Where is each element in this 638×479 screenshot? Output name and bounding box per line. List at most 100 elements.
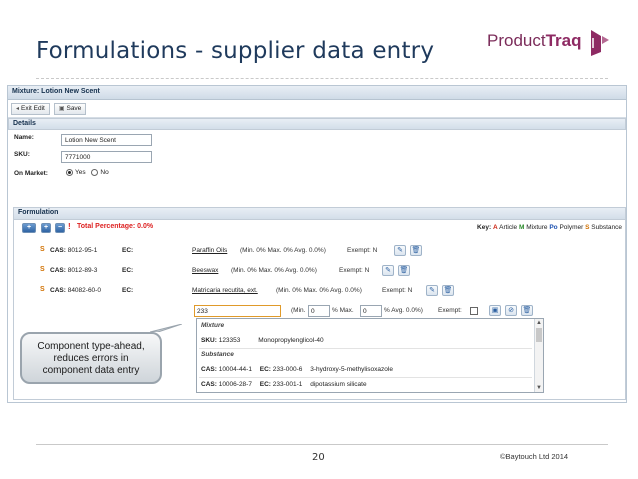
minus-icon: − (57, 224, 63, 231)
formulation-toolbar: + + − ! Total Percentage: 0.0% Key: A Ar… (14, 220, 625, 236)
on-market-label: On Market: (14, 170, 48, 177)
total-percentage: Total Percentage: 0.0% (77, 223, 154, 230)
plus-icon: + (43, 224, 49, 231)
min-label: (Min. (291, 307, 306, 314)
callout-line: Component type-ahead, (37, 341, 145, 352)
exit-edit-button[interactable]: ◂ Exit Edit (11, 103, 50, 115)
cas-value: 10006-28-7 (218, 381, 252, 388)
component-stats: (Min. 0% Max. 0% Avg. 0.0%) (276, 287, 362, 294)
substance-type-badge: S (40, 286, 45, 293)
delete-button[interactable]: 🗑 (442, 285, 454, 296)
cas-label: CAS: (50, 247, 66, 254)
expand-all-button[interactable]: + (41, 223, 51, 233)
collapse-all-button[interactable]: − (55, 223, 65, 233)
on-market-options: Yes No (66, 169, 109, 176)
max-percent-field[interactable]: 0 (360, 305, 382, 317)
key-article-code: A (492, 224, 498, 231)
type-key: Key: A Article M Mixture Po Polymer S Su… (477, 224, 622, 231)
scroll-up-icon[interactable]: ▲ (536, 320, 542, 326)
edit-button[interactable]: ✎ (382, 265, 394, 276)
ec-value: 233-000-6 (272, 366, 303, 373)
sku-field[interactable]: 7771000 (61, 151, 152, 163)
details-panel: Name: Lotion New Scent SKU: 7771000 On M… (8, 130, 626, 200)
add-component-button[interactable]: + (22, 223, 36, 233)
delete-button[interactable]: 🗑 (398, 265, 410, 276)
sku-value: 123353 (218, 337, 241, 344)
component-stats: (Min. 0% Max. 0% Avg. 0.0%) (240, 247, 326, 254)
key-article-label: Article (499, 224, 518, 231)
save-row-button[interactable]: ▣ (489, 305, 501, 316)
exempt-label: Exempt: (438, 307, 462, 314)
pencil-icon: ✎ (429, 287, 435, 294)
save-button[interactable]: ▣ Save (53, 103, 87, 115)
exempt-value: Exempt: N (339, 267, 370, 274)
cas-label: CAS: (201, 381, 217, 388)
key-mixture-code: M (518, 224, 525, 231)
name-field[interactable]: Lotion New Scent (61, 134, 152, 146)
page-number: 20 (312, 452, 325, 463)
warning-icon: ! (68, 222, 71, 231)
substance-type-badge: S (40, 266, 45, 273)
avg-label: % Avg. 0.0%) (384, 307, 423, 314)
ec-value: 233-001-1 (272, 381, 303, 388)
component-name-link[interactable]: Matricaria recutita, ext. (192, 287, 258, 294)
scroll-down-icon[interactable]: ▼ (536, 385, 542, 391)
scroll-thumb[interactable] (536, 328, 542, 342)
cas-number: CAS: 8012-89-3 (50, 267, 97, 274)
cas-value: 8012-95-1 (67, 247, 98, 254)
min-percent-field[interactable]: 0 (308, 305, 330, 317)
exempt-checkbox[interactable] (470, 307, 478, 315)
component-name-link[interactable]: Paraffin Oils (192, 247, 227, 254)
footer-divider (36, 444, 608, 445)
delete-row-button[interactable]: 🗑 (521, 305, 533, 316)
mixture-title-bar: Mixture: Lotion New Scent (8, 86, 626, 100)
slide-title: Formulations - supplier data entry (36, 38, 435, 64)
edit-button[interactable]: ✎ (394, 245, 406, 256)
cas-value: 84082-60-0 (67, 287, 101, 294)
cas-label: CAS: (50, 267, 66, 274)
floppy-disk-icon: ▣ (58, 106, 65, 112)
no-label: No (100, 169, 109, 177)
logo-mark-icon (591, 30, 609, 56)
option-divider (199, 377, 532, 378)
key-polymer-label: Polymer (559, 224, 584, 231)
edit-toolbar: ◂ Exit Edit ▣ Save (8, 100, 626, 118)
typeahead-option[interactable]: CAS: 10004-44-1 EC: 233-000-6 3-hydroxy-… (201, 366, 393, 373)
dropdown-scrollbar[interactable]: ▲ ▼ (534, 319, 543, 392)
pencil-icon: ✎ (397, 247, 403, 254)
callout-line: reduces errors in (53, 353, 129, 364)
edit-button[interactable]: ✎ (426, 285, 438, 296)
ec-label: EC: (122, 247, 134, 254)
component-row: S CAS: 84082-60-0 EC: Matricaria recutit… (14, 284, 454, 298)
name-label: Name: (14, 134, 34, 141)
save-label: Save (66, 105, 82, 112)
callout-pointer (150, 324, 182, 332)
trash-icon: 🗑 (522, 307, 532, 314)
typeahead-option[interactable]: SKU: 123353 Monopropylenglicol-40 (201, 337, 324, 344)
logo-text: ProductTraq (487, 31, 582, 51)
key-substance-label: Substance (591, 224, 622, 231)
copyright-notice: ©Baytouch Ltd 2014 (500, 452, 569, 461)
trash-icon: 🗑 (443, 287, 453, 294)
component-row: S CAS: 8012-89-3 EC: Beeswax (Min. 0% Ma… (14, 264, 454, 278)
component-stats: (Min. 0% Max. 0% Avg. 0.0%) (231, 267, 317, 274)
typeahead-option[interactable]: CAS: 10006-28-7 EC: 233-001-1 dipotassiu… (201, 381, 367, 388)
cas-label: CAS: (50, 287, 66, 294)
title-divider (36, 78, 608, 79)
cancel-row-button[interactable]: ⊘ (505, 305, 517, 316)
delete-button[interactable]: 🗑 (410, 245, 422, 256)
pencil-icon: ✎ (385, 267, 391, 274)
ec-label: EC: (122, 287, 134, 294)
ec-label: EC: (259, 366, 271, 373)
callout-line: component data entry (42, 365, 140, 376)
component-search-input[interactable]: 233 (194, 305, 281, 317)
on-market-yes-radio[interactable] (66, 169, 73, 176)
component-name-link[interactable]: Beeswax (192, 267, 218, 274)
on-market-no-radio[interactable] (91, 169, 99, 176)
logo-text-a: Product (487, 31, 546, 50)
option-divider (199, 348, 532, 349)
exempt-value: Exempt: N (382, 287, 413, 294)
logo-text-b: Traq (545, 31, 582, 50)
max-label: % Max. (332, 307, 354, 314)
yes-label: Yes (75, 169, 86, 177)
